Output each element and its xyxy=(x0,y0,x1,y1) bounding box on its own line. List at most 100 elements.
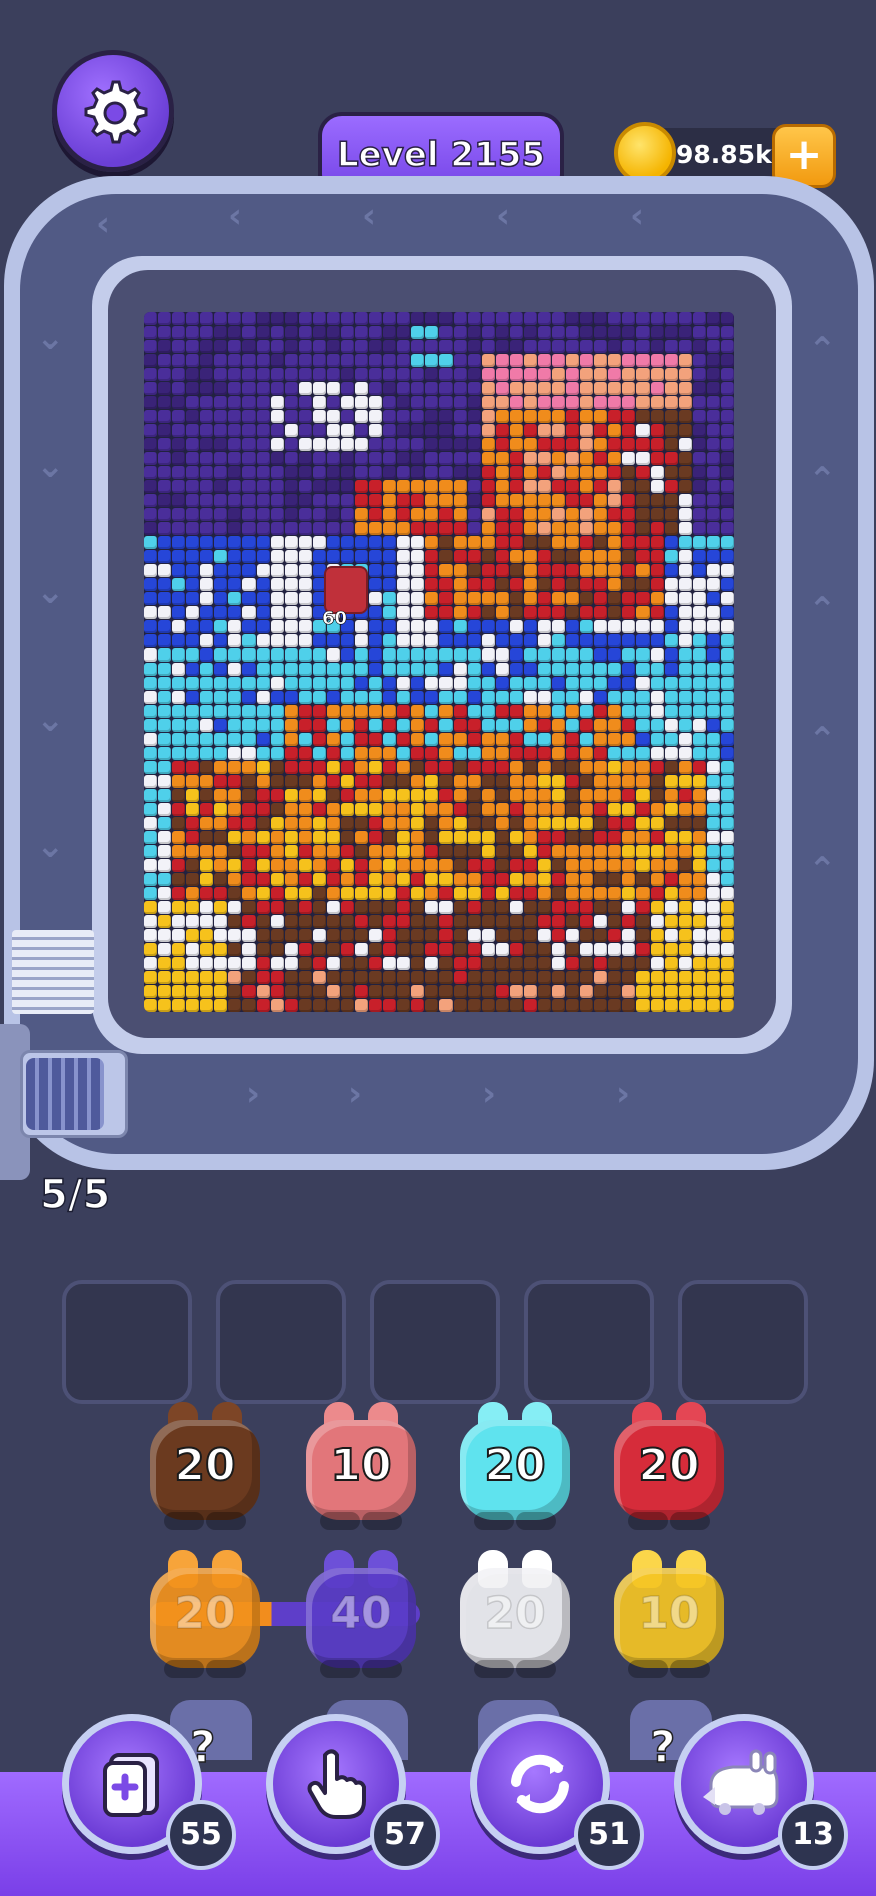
pixel-cell xyxy=(706,466,720,480)
pixel-cell xyxy=(158,984,172,998)
pixel-cell xyxy=(242,382,256,396)
pixel-cell xyxy=(650,984,664,998)
queue-front-bunny[interactable]: 10 xyxy=(306,1402,416,1530)
pixel-cell xyxy=(439,690,453,704)
pixel-cell xyxy=(298,326,312,340)
pixel-cell xyxy=(397,312,411,326)
pixel-cell xyxy=(622,466,636,480)
pixel-cell xyxy=(186,746,200,760)
pixel-cell xyxy=(509,620,523,634)
pixel-cell xyxy=(340,998,355,1012)
pixel-cell xyxy=(566,956,580,970)
pixel-cell xyxy=(664,662,678,676)
pixel-cell xyxy=(636,480,650,494)
holding-slot-3[interactable] xyxy=(370,1280,500,1404)
pixel-cell xyxy=(158,438,172,452)
pixel-cell xyxy=(411,662,425,676)
pixel-cell xyxy=(228,326,242,340)
pixel-cell xyxy=(411,718,425,732)
pixel-cell xyxy=(678,914,692,928)
pixel-cell xyxy=(383,816,397,830)
pixel-cell xyxy=(523,592,537,606)
holding-slot-5[interactable] xyxy=(678,1280,808,1404)
pixel-cell xyxy=(566,438,580,452)
pixel-cell xyxy=(411,970,425,984)
pixel-cell xyxy=(186,592,200,606)
pixel-cell xyxy=(326,676,340,690)
queue-front-bunny[interactable]: 20 xyxy=(460,1402,570,1530)
pixel-cell xyxy=(481,746,495,760)
queue-front-bunny[interactable]: 20 xyxy=(614,1402,724,1530)
pixel-cell xyxy=(298,942,312,956)
pixel-cell xyxy=(312,984,326,998)
pixel-cell xyxy=(214,956,228,970)
pixel-cell xyxy=(326,354,340,368)
pixel-cell xyxy=(383,410,397,424)
queue-front-bunny[interactable]: 20 xyxy=(150,1402,260,1530)
pixel-cell xyxy=(214,620,228,634)
pixel-cell xyxy=(608,536,622,550)
pixel-cell xyxy=(397,830,411,844)
pixel-cell xyxy=(228,690,242,704)
pixel-cell xyxy=(509,326,523,340)
pixel-cell xyxy=(678,480,692,494)
pixel-cell xyxy=(369,522,383,536)
pixel-cell xyxy=(298,424,312,438)
holding-slot-2[interactable] xyxy=(216,1280,346,1404)
pixel-cell xyxy=(495,788,509,802)
pixel-cell xyxy=(270,746,284,760)
pixel-cell xyxy=(369,606,383,620)
settings-button[interactable] xyxy=(52,50,174,172)
pixel-cell xyxy=(552,578,566,592)
pixel-cell xyxy=(186,760,200,774)
pixel-cell xyxy=(622,942,636,956)
pixel-cell xyxy=(706,550,720,564)
pixel-cell xyxy=(355,900,369,914)
pixel-cell xyxy=(144,816,158,830)
holding-slot-4[interactable] xyxy=(524,1280,654,1404)
pixel-cell xyxy=(467,424,481,438)
pixel-cell xyxy=(355,872,369,886)
pixel-cell xyxy=(453,970,467,984)
pixel-cell xyxy=(369,732,383,746)
pixel-cell xyxy=(369,788,383,802)
pixel-cell xyxy=(580,606,594,620)
pixel-cell xyxy=(340,550,355,564)
pixel-cell xyxy=(594,522,608,536)
pixel-cell xyxy=(158,340,172,354)
pixel-cell xyxy=(355,690,369,704)
pixel-cell xyxy=(608,956,622,970)
pixel-cell xyxy=(158,508,172,522)
pixel-cell xyxy=(622,368,636,382)
pixel-cell xyxy=(312,452,326,466)
pixel-cell xyxy=(552,746,566,760)
pixel-cell xyxy=(552,914,566,928)
pixel-cell xyxy=(214,984,228,998)
pixel-cell xyxy=(692,522,706,536)
pixel-cell xyxy=(242,452,256,466)
pixel-art-board[interactable] xyxy=(144,312,734,1012)
pixel-cell xyxy=(537,942,552,956)
pixel-cell xyxy=(186,578,200,592)
pixel-cell xyxy=(481,438,495,452)
pixel-cell xyxy=(284,354,298,368)
pixel-cell xyxy=(425,844,439,858)
pixel-cell xyxy=(636,410,650,424)
pixel-cell xyxy=(636,718,650,732)
pixel-cell xyxy=(200,942,214,956)
pixel-cell xyxy=(467,340,481,354)
pixel-cell xyxy=(397,886,411,900)
pixel-cell xyxy=(270,942,284,956)
pixel-cell xyxy=(622,634,636,648)
pixel-cell xyxy=(664,494,678,508)
pixel-cell xyxy=(636,956,650,970)
pixel-cell xyxy=(298,550,312,564)
pixel-cell xyxy=(383,928,397,942)
holding-slot-1[interactable] xyxy=(62,1280,192,1404)
pixel-cell xyxy=(537,438,552,452)
pixel-cell xyxy=(284,900,298,914)
pixel-cell xyxy=(228,340,242,354)
pixel-cell xyxy=(608,718,622,732)
pixel-cell xyxy=(594,802,608,816)
pixel-cell xyxy=(228,592,242,606)
